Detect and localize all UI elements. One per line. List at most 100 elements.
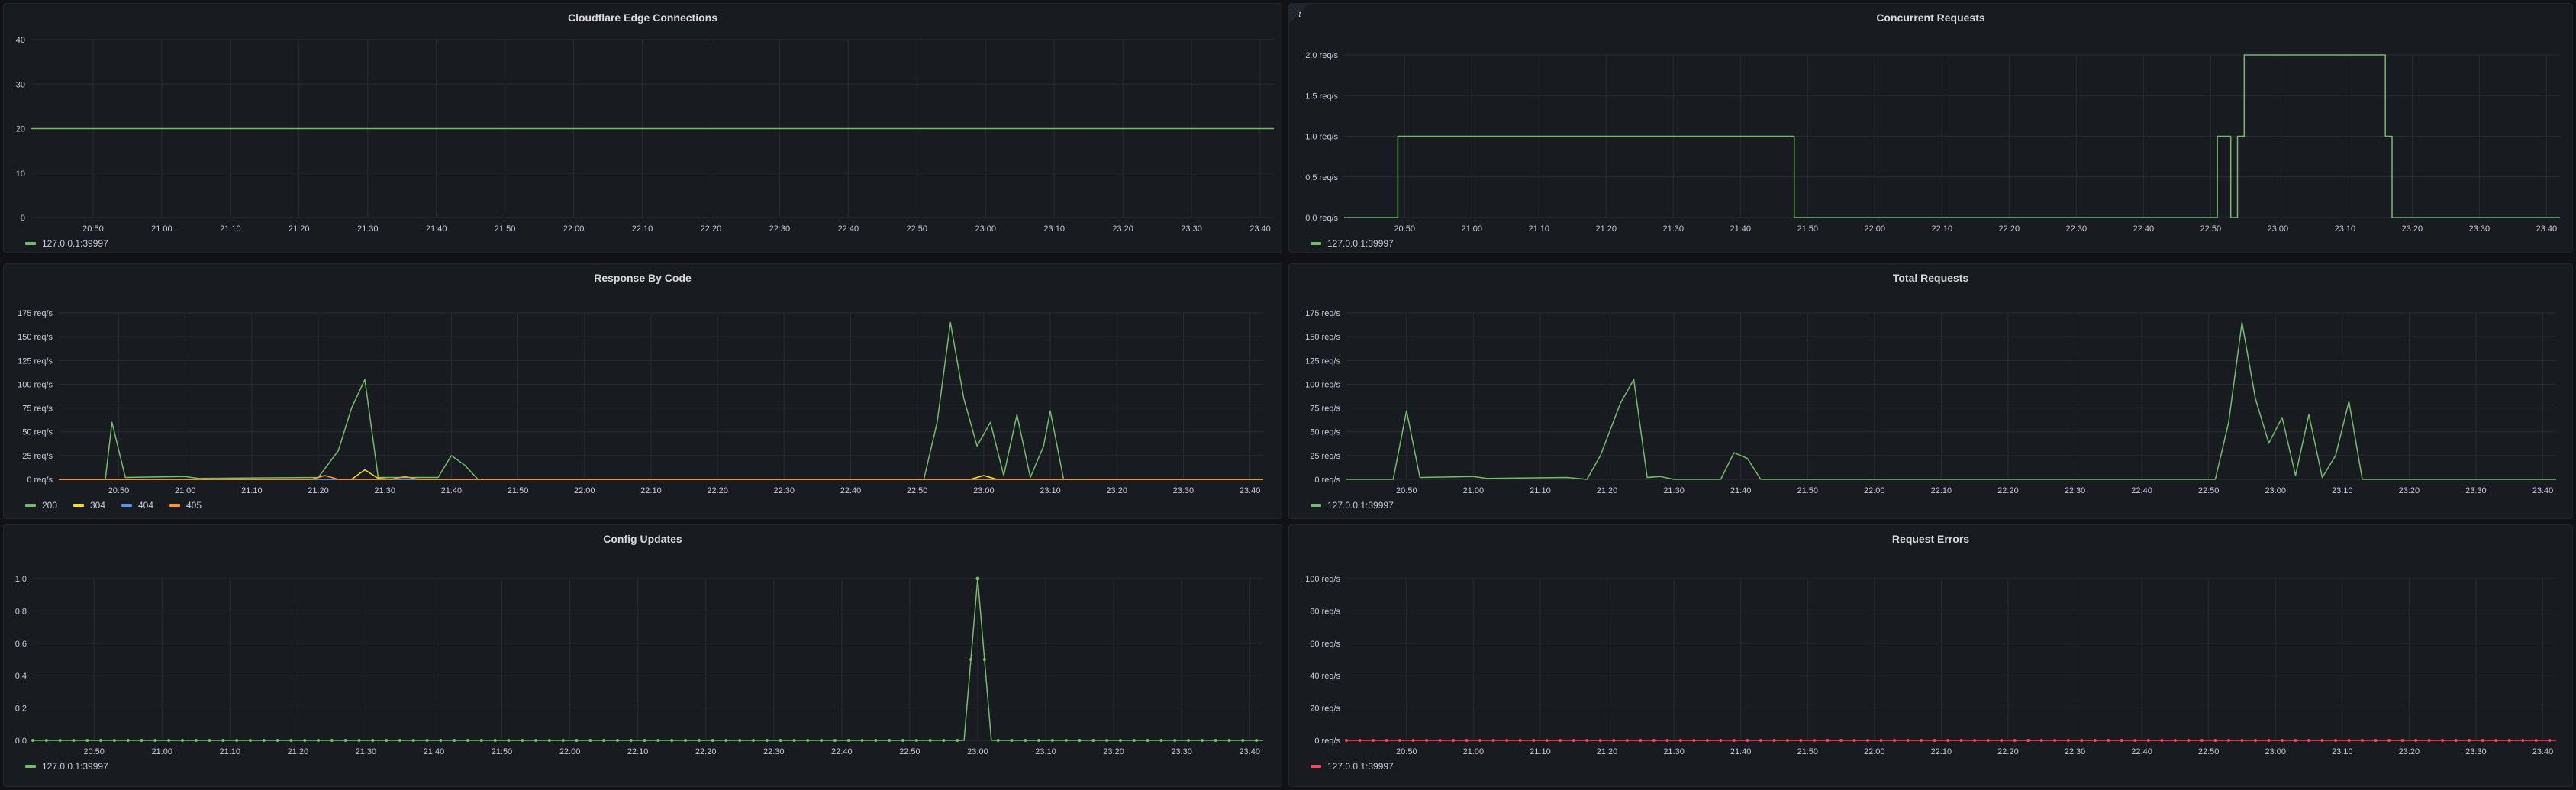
y-tick-label: 0 req/s (1314, 737, 1340, 746)
series-line-127-0-0-1-39997[interactable] (33, 578, 1263, 741)
legend-item[interactable]: 127.0.0.1:39997 (1311, 238, 1394, 249)
data-point (779, 739, 782, 742)
data-point (738, 739, 742, 742)
data-point (2534, 739, 2538, 742)
x-tick-label: 22:10 (1931, 747, 1952, 756)
data-point (2307, 739, 2310, 742)
y-tick-label: 125 req/s (18, 356, 53, 366)
x-tick-label: 22:10 (632, 224, 653, 234)
data-point (1091, 739, 1095, 742)
data-point (1959, 739, 1963, 742)
legend-swatch (25, 765, 36, 768)
y-tick-label: 20 (16, 125, 25, 134)
x-tick-label: 23:00 (975, 224, 996, 234)
data-point (928, 739, 932, 742)
legend-label: 127.0.0.1:39997 (42, 761, 108, 772)
data-point (2414, 739, 2418, 742)
data-point (1345, 739, 1348, 742)
legend-item[interactable]: 127.0.0.1:39997 (25, 761, 108, 772)
x-tick-label: 23:40 (2532, 486, 2554, 495)
legend-swatch (1311, 242, 1321, 245)
x-tick-label: 21:40 (1730, 486, 1752, 495)
x-tick-label: 23:20 (1103, 747, 1124, 756)
x-tick-label: 22:00 (559, 747, 581, 756)
legend-swatch (73, 504, 84, 507)
panel-concurrent-requests[interactable]: i Concurrent Requests 0.0 req/s 0.5 req/s… (1288, 3, 2573, 253)
legend-item[interactable]: 127.0.0.1:39997 (1311, 500, 1394, 511)
data-point (31, 739, 34, 742)
data-point (1372, 739, 1375, 742)
panel-total-requests[interactable]: Total Requests 0 req/s 25 req/s 50 req/s 75… (1288, 263, 2573, 519)
x-tick-label: 21:00 (1461, 224, 1482, 234)
legend-label: 405 (186, 500, 202, 511)
x-tick-label: 21:30 (1663, 486, 1685, 495)
data-point (385, 739, 388, 742)
panel-response-by-code[interactable]: Response By Code 0 req/s 25 req/s 50 req/s… (3, 263, 1282, 519)
x-tick-label: 21:10 (1530, 486, 1551, 495)
x-tick-label: 22:20 (707, 486, 728, 495)
data-point (2133, 739, 2137, 742)
data-point (1772, 739, 1776, 742)
data-point (44, 739, 48, 742)
legend-item[interactable]: 304 (73, 500, 105, 511)
x-tick-label: 22:00 (1865, 224, 1886, 234)
chart-total-requests: 0 req/s 25 req/s 50 req/s 75 req/s 100 req/s… (1305, 309, 2556, 511)
data-point (180, 739, 184, 742)
y-tick-label: 125 req/s (1305, 356, 1340, 366)
x-tick-label: 22:40 (2131, 486, 2152, 495)
x-tick-label: 20:50 (1394, 224, 1415, 234)
x-tick-label: 22:30 (774, 486, 795, 495)
data-point (330, 739, 334, 742)
data-point (901, 739, 904, 742)
legend-item[interactable]: 127.0.0.1:39997 (25, 238, 108, 249)
x-tick-label: 22:50 (2198, 747, 2220, 756)
x-tick-label: 23:30 (1171, 747, 1192, 756)
x-tick-label: 21:00 (1463, 486, 1485, 495)
panel-config-updates[interactable]: Config Updates 0.0 0.2 0.4 0.6 0.8 1.0 20:50 21… (3, 524, 1282, 787)
x-tick-label: 21:40 (1730, 747, 1752, 756)
data-point (561, 739, 565, 742)
data-point (2361, 739, 2365, 742)
data-point (1159, 739, 1163, 742)
data-point (2013, 739, 2017, 742)
data-point (194, 739, 198, 742)
x-tick-label: 21:00 (151, 224, 172, 234)
data-point (2548, 739, 2552, 742)
data-point (1545, 739, 1549, 742)
legend-item[interactable]: 405 (169, 500, 202, 511)
series-line-405[interactable] (59, 475, 1263, 480)
x-tick-label: 21:00 (175, 486, 196, 495)
dashboard-grid: Cloudflare Edge Connections 0 10 20 30 40 20:… (0, 0, 2576, 790)
x-tick-label: 20:50 (1396, 486, 1417, 495)
legend-item[interactable]: 200 (25, 500, 57, 511)
data-point (1146, 739, 1149, 742)
x-tick-label: 23:00 (973, 486, 995, 495)
x-tick-label: 21:30 (374, 486, 395, 495)
panel-request-errors[interactable]: Request Errors 0 req/s 20 req/s 40 req/s 60… (1288, 524, 2573, 787)
data-point (752, 739, 756, 742)
x-tick-label: 22:10 (1932, 224, 1953, 234)
x-tick-label: 21:00 (151, 747, 172, 756)
data-point (2240, 739, 2244, 742)
data-point (1719, 739, 1723, 742)
x-tick-label: 21:30 (357, 224, 379, 234)
data-point (2334, 739, 2338, 742)
data-point (1064, 739, 1068, 742)
x-tick-label: 22:20 (1997, 747, 2019, 756)
x-tick-label: 21:40 (426, 224, 447, 234)
legend-item[interactable]: 127.0.0.1:39997 (1311, 761, 1394, 772)
data-point (1893, 739, 1897, 742)
data-point (1625, 739, 1629, 742)
data-point (2267, 739, 2271, 742)
legend-item[interactable]: 404 (121, 500, 153, 511)
data-point (2107, 739, 2110, 742)
data-point (2120, 739, 2123, 742)
y-tick-label: 0.2 (15, 705, 27, 714)
y-tick-label: 0 req/s (27, 476, 53, 485)
data-point (2187, 739, 2191, 742)
data-point (235, 739, 239, 742)
data-point (317, 739, 321, 742)
panel-cloudflare-edge-connections[interactable]: Cloudflare Edge Connections 0 10 20 30 40 20:… (3, 3, 1282, 253)
data-point (1118, 739, 1122, 742)
x-tick-label: 21:30 (1662, 224, 1684, 234)
